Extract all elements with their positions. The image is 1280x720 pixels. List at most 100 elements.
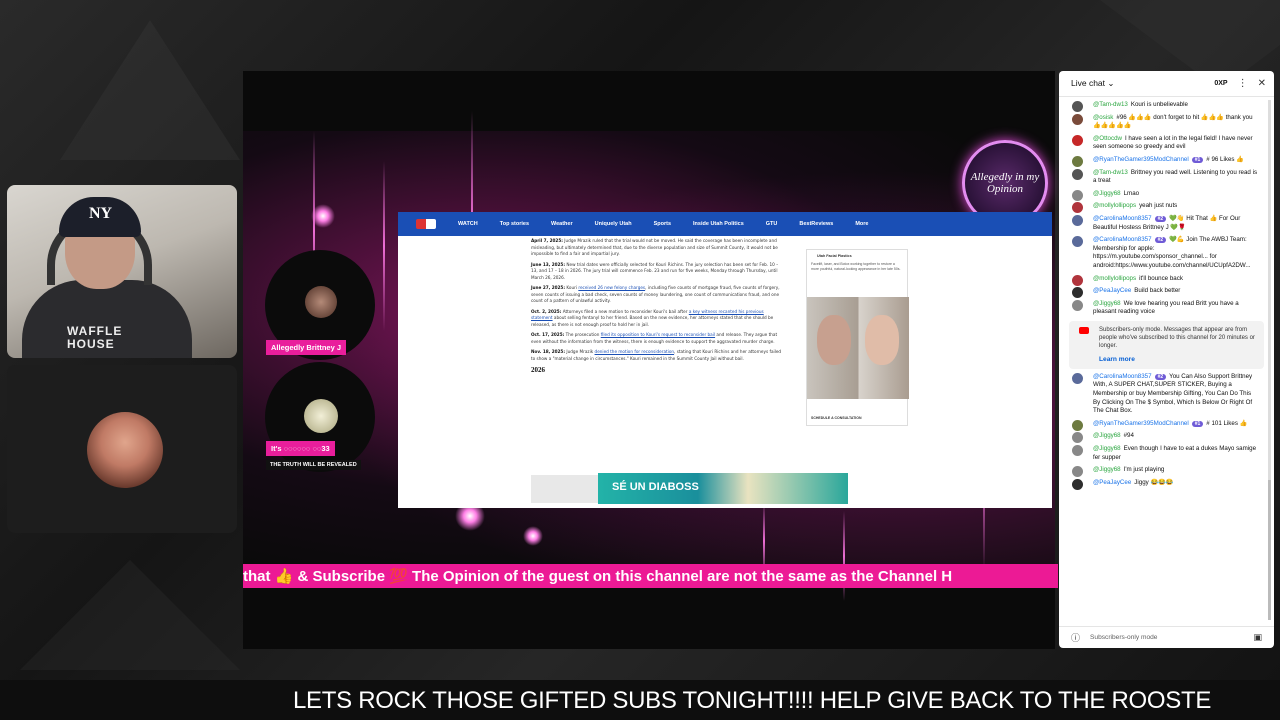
host-webcam: NY WAFFLE HOUSE xyxy=(7,185,237,358)
nav-item: BestReviews xyxy=(799,221,834,227)
cap-logo: NY xyxy=(89,205,113,222)
info-icon[interactable]: ⓘ xyxy=(1071,631,1080,644)
nav-item: Top stories xyxy=(499,221,530,227)
chat-text: I'm just playing xyxy=(1123,466,1165,474)
chat-avatar[interactable] xyxy=(1072,466,1083,478)
chat-avatar[interactable] xyxy=(1072,101,1083,112)
chat-avatar[interactable] xyxy=(1072,419,1083,431)
chat-text: Jiggy 😂😂😂 xyxy=(1134,478,1174,486)
ad-face xyxy=(817,315,851,365)
more-options-icon[interactable]: ⋮ xyxy=(1238,78,1248,89)
shirt-text: WAFFLE HOUSE xyxy=(67,324,123,351)
chat-text: # 96 Likes 👍 xyxy=(1206,155,1244,163)
site-nav: WATCH Top stories Weather Uniquely Utah … xyxy=(398,212,1052,236)
light-orb xyxy=(311,204,335,228)
article-body: April 7, 2025: Judge Mrazik ruled that t… xyxy=(531,238,783,374)
chat-avatar[interactable] xyxy=(1072,274,1083,286)
host-avatar xyxy=(305,286,337,318)
chat-message: @Tam-dw13 Kouri is unbelievable xyxy=(1059,99,1274,112)
chat-avatar[interactable] xyxy=(1072,432,1083,444)
chat-author[interactable]: @PeaJayCee xyxy=(1093,287,1131,294)
chat-author[interactable]: @osisk xyxy=(1093,114,1113,121)
ticker-text: that 👍 & Subscribe 💯 The Opinion of the … xyxy=(243,568,953,585)
chat-avatar[interactable] xyxy=(1072,113,1083,125)
chat-message: @Ottocdw I have seen a lot in the legal f… xyxy=(1059,133,1274,154)
timeline-entry: June 13, 2025: New trial dates were offi… xyxy=(531,261,779,280)
chat-author[interactable]: @mollylollipops xyxy=(1093,202,1136,209)
chat-avatar[interactable] xyxy=(1072,236,1083,248)
chat-avatar[interactable] xyxy=(1072,168,1083,180)
chat-author[interactable]: @Tam-dw13 xyxy=(1093,169,1128,176)
scroll-thumb[interactable] xyxy=(1268,480,1271,620)
chat-text: # 101 Likes 👍 xyxy=(1206,419,1248,427)
youtube-icon xyxy=(1079,326,1089,334)
nav-item: More xyxy=(855,221,869,227)
ticker-bar: that 👍 & Subscribe 💯 The Opinion of the … xyxy=(243,564,1058,588)
marquee-bar: LETS ROCK THOSE GIFTED SUBS TONIGHT!!!! … xyxy=(0,680,1280,720)
chat-message: @Tam-dw13 Brittney you read well. Listeni… xyxy=(1059,167,1274,188)
learn-more-link[interactable]: Learn more xyxy=(1099,356,1256,364)
marquee-text: LETS ROCK THOSE GIFTED SUBS TONIGHT!!!! … xyxy=(293,687,1212,714)
banner-text: SÉ UN DIABOSS xyxy=(612,481,699,493)
banner-ad: SÉ UN DIABOSS xyxy=(598,473,848,504)
cohost-webcam xyxy=(7,365,237,533)
emoji-icon[interactable]: ▣ xyxy=(1253,633,1262,643)
chat-author[interactable]: @Jiggy68 xyxy=(1093,432,1121,439)
cohost-avatar xyxy=(87,412,163,488)
chat-avatar[interactable] xyxy=(1072,134,1083,146)
chat-avatar[interactable] xyxy=(1072,445,1083,457)
chat-author[interactable]: @Jiggy68 xyxy=(1093,190,1121,197)
chat-avatar[interactable] xyxy=(1072,287,1083,299)
chat-author[interactable]: @RyanTheGamer395ModChannel xyxy=(1093,420,1189,427)
chat-author[interactable]: @mollylollipops xyxy=(1093,275,1136,282)
chat-author[interactable]: @Jiggy68 xyxy=(1093,466,1121,473)
chat-message: @osisk #96 👍👍👍 don't forget to hit 👍👍👍 th… xyxy=(1059,112,1274,133)
chat-text: #96 👍👍👍 don't forget to hit 👍👍👍 thank yo… xyxy=(1093,113,1253,130)
guest-subtitle: THE TRUTH WILL BE REVEALED xyxy=(266,460,361,470)
member-badge: #2 xyxy=(1154,373,1167,380)
chat-text: Kouri is unbelievable xyxy=(1130,101,1188,108)
light-streak xyxy=(383,161,385,331)
timeline-entry: Oct. 17, 2025: The prosecution filed its… xyxy=(531,332,778,344)
host-name-tag: Allegedly Brittney J xyxy=(266,340,347,355)
chat-avatar[interactable] xyxy=(1072,478,1083,490)
section-heading: 2026 xyxy=(531,366,545,374)
chat-message: @PeaJayCee Build back better xyxy=(1059,285,1274,299)
chat-message: @mollylollipops it'll bounce back xyxy=(1059,273,1274,286)
chat-author[interactable]: @RyanTheGamer395ModChannel xyxy=(1093,156,1189,163)
chat-text: yeah just nuts xyxy=(1139,202,1178,210)
chat-avatar[interactable] xyxy=(1072,189,1083,201)
timeline-entry: June 27, 2025: Kouri received 26 new fel… xyxy=(531,285,780,303)
ad-description: Facelift, laser, and Botox working toget… xyxy=(811,262,901,271)
chat-avatar[interactable] xyxy=(1072,155,1083,167)
xp-badge[interactable]: 0XP xyxy=(1214,80,1227,87)
chat-avatar[interactable] xyxy=(1072,202,1083,214)
ad-face xyxy=(865,315,899,365)
chat-scrollbar[interactable] xyxy=(1268,100,1271,620)
chat-author[interactable]: @Jiggy68 xyxy=(1093,300,1121,307)
chat-header: Live chat ⌄ 0XP ⋮ ✕ xyxy=(1059,71,1274,97)
chat-author[interactable]: @Jiggy68 xyxy=(1093,445,1121,452)
chat-avatar[interactable] xyxy=(1072,214,1083,226)
chat-message: @Jiggy68 I'm just playing xyxy=(1059,464,1274,478)
guest-name-tag: It's ◌◌◌◌◌◌ ◌◌33 xyxy=(266,441,335,456)
ad-title: Utah Facial Plastics xyxy=(817,254,852,258)
nav-item: GTU xyxy=(765,221,778,227)
chat-text: Lmao xyxy=(1123,189,1140,197)
chat-author[interactable]: @PeaJayCee xyxy=(1093,479,1131,486)
chat-author[interactable]: @CarolinaMoon8357 xyxy=(1093,236,1152,243)
close-icon[interactable]: ✕ xyxy=(1258,78,1266,89)
chat-author[interactable]: @CarolinaMoon8357 xyxy=(1093,215,1152,222)
chat-message: @CarolinaMoon8357 #2 You Can Also Support … xyxy=(1059,371,1274,418)
chevron-down-icon: ⌄ xyxy=(1107,78,1115,88)
chat-message: @PeaJayCee Jiggy 😂😂😂 xyxy=(1059,477,1274,490)
chat-mode-dropdown[interactable]: Live chat ⌄ xyxy=(1071,78,1115,89)
chat-author[interactable]: @CarolinaMoon8357 xyxy=(1093,373,1152,380)
chat-footer: ⓘ Subscribers-only mode ▣ xyxy=(1059,626,1274,648)
chat-author[interactable]: @Ottocdw xyxy=(1093,135,1122,142)
chat-message: @Jiggy68 Lmao xyxy=(1059,188,1274,201)
chat-avatar[interactable] xyxy=(1072,299,1083,311)
chat-avatar[interactable] xyxy=(1072,372,1083,384)
live-chat-panel: Live chat ⌄ 0XP ⋮ ✕ @Tam-dw13 Kouri is un… xyxy=(1059,71,1274,648)
chat-author[interactable]: @Tam-dw13 xyxy=(1093,101,1128,108)
